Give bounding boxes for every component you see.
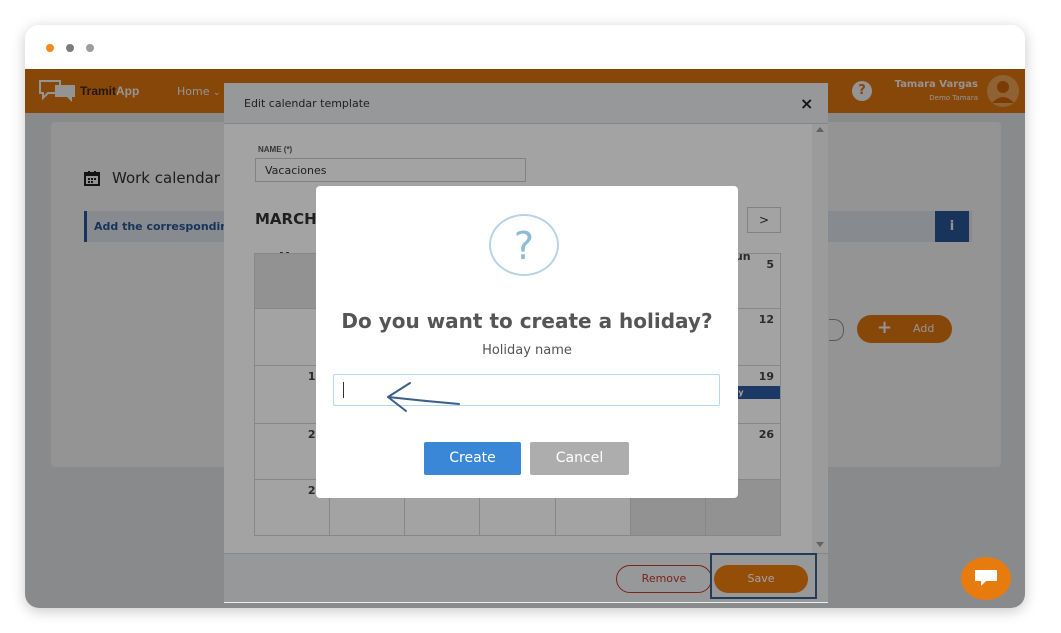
annotation-arrow-icon <box>387 382 460 412</box>
window-dot-orange <box>46 44 54 52</box>
question-icon: ? <box>489 214 559 276</box>
create-button[interactable]: Create <box>424 442 521 475</box>
chat-button[interactable] <box>961 557 1011 600</box>
dialog-subtitle: Holiday name <box>482 343 572 358</box>
window-chrome <box>25 25 1025 69</box>
dialog-title: Do you want to create a holiday? <box>341 309 713 333</box>
text-cursor <box>343 382 344 398</box>
chat-icon <box>975 570 997 586</box>
holiday-dialog: ? Do you want to create a holiday? Holid… <box>316 186 738 498</box>
cancel-button[interactable]: Cancel <box>530 442 629 475</box>
window-dot-gray <box>66 44 74 52</box>
app-viewport: TramitApp Home ⌄ ? Tamara Vargas Demo Ta… <box>25 69 1025 608</box>
browser-window: TramitApp Home ⌄ ? Tamara Vargas Demo Ta… <box>25 25 1025 608</box>
window-dot-light <box>86 44 94 52</box>
